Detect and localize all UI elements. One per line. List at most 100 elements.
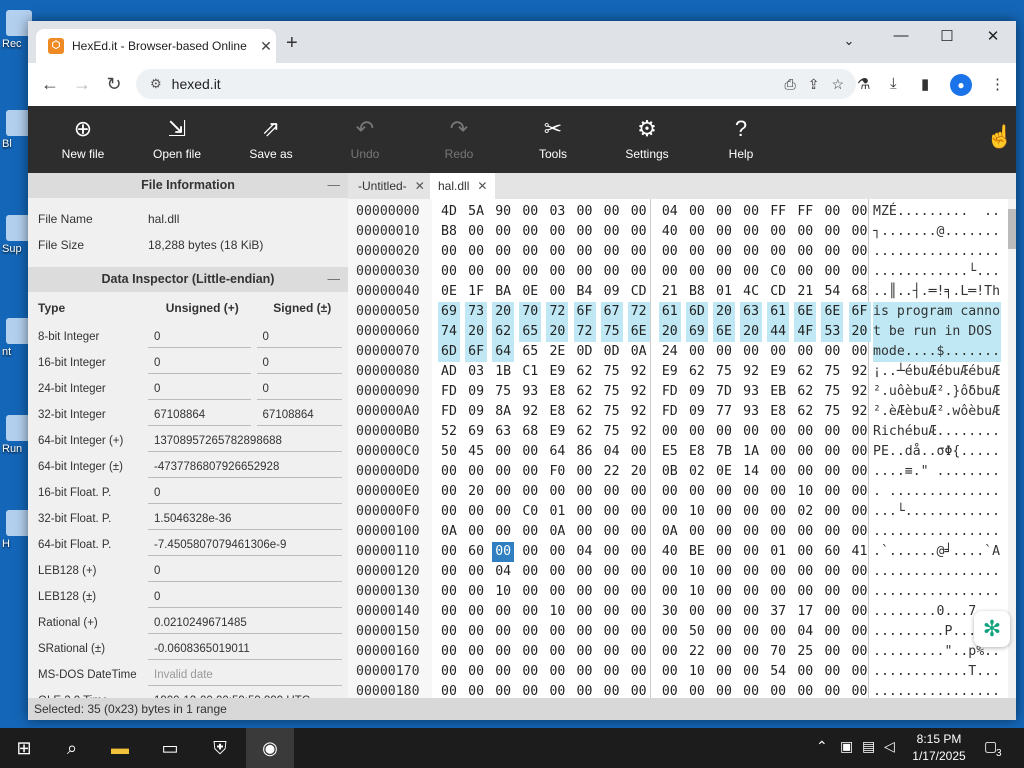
hex-byte[interactable]: 10 [794,482,816,502]
hex-byte[interactable]: 72 [627,302,650,322]
inspector-value-field[interactable]: 0.0210249671485 [148,613,342,634]
hex-byte[interactable]: 00 [546,222,568,242]
hex-byte[interactable]: 00 [519,602,541,622]
hex-byte[interactable]: 00 [438,462,460,482]
ascii-text[interactable]: ................ [873,682,1001,698]
ascii-text[interactable]: RichébuÆ........ [873,422,1001,442]
close-window-icon[interactable]: ✕ [978,27,1008,45]
hex-byte[interactable]: 77 [713,402,735,422]
hex-byte[interactable]: 0A [628,342,650,362]
hex-byte[interactable]: 6D [438,342,460,362]
hex-byte[interactable]: 00 [465,222,487,242]
hex-byte[interactable]: 00 [519,582,541,602]
hex-byte[interactable]: 20 [848,322,871,342]
collapse-icon[interactable]: — [328,267,341,292]
hex-byte[interactable]: 00 [628,502,650,522]
hex-byte[interactable]: 6E [821,302,844,322]
hex-byte[interactable]: 00 [740,582,762,602]
hex-byte[interactable]: 20 [492,302,515,322]
hex-byte[interactable]: 00 [659,662,681,682]
ascii-text[interactable]: ................ [873,522,1001,542]
hex-byte[interactable]: 4D [438,202,460,222]
hex-byte[interactable]: 00 [794,582,816,602]
hex-byte[interactable]: 00 [849,522,871,542]
hex-byte[interactable]: 00 [438,262,460,282]
tools-button[interactable]: ✂ Tools [518,106,588,173]
hex-byte[interactable]: 00 [492,442,514,462]
hex-byte[interactable]: 00 [849,682,871,698]
hex-byte[interactable]: 68 [849,282,871,302]
omnibox[interactable]: ⚙ hexed.it ⎙ ⇪ ☆ [136,69,856,99]
hex-byte[interactable]: 00 [767,502,789,522]
hex-byte[interactable]: 00 [849,602,871,622]
hex-byte[interactable]: 00 [659,502,681,522]
hex-byte[interactable]: 75 [821,382,843,402]
hex-byte[interactable]: 04 [492,562,514,582]
hex-byte[interactable]: 92 [740,362,762,382]
hex-byte[interactable]: 5A [465,202,487,222]
hex-byte[interactable]: 00 [659,622,681,642]
hex-byte[interactable]: 00 [713,502,735,522]
hex-byte[interactable]: 00 [519,262,541,282]
hex-byte[interactable]: 21 [659,282,681,302]
hex-byte[interactable]: 20 [658,322,681,342]
hex-byte[interactable]: 50 [438,442,460,462]
hex-byte[interactable]: 54 [767,662,789,682]
hex-byte[interactable]: 00 [767,682,789,698]
hex-byte[interactable]: 0B [659,462,681,482]
hex-byte[interactable]: 8A [492,402,514,422]
share-icon[interactable]: ⇪ [808,76,820,93]
hex-byte[interactable]: 00 [794,682,816,698]
hex-byte[interactable]: 00 [438,542,460,562]
hex-byte[interactable]: 00 [601,682,623,698]
hex-byte[interactable]: 1A [740,442,762,462]
hex-byte[interactable]: 00 [601,602,623,622]
volume-muted-icon[interactable]: ◁ [884,738,895,755]
hex-byte[interactable]: 00 [574,202,596,222]
hex-byte[interactable]: 00 [740,542,762,562]
hex-byte[interactable]: 00 [546,242,568,262]
new-tab-icon[interactable]: + [286,32,298,55]
hex-byte[interactable]: 00 [794,522,816,542]
menu-kebab-icon[interactable]: ⋮ [990,75,1005,93]
hex-byte[interactable]: 7B [713,442,735,462]
hex-byte[interactable]: 00 [628,662,650,682]
hex-byte[interactable]: 01 [767,542,789,562]
hex-byte[interactable]: FD [438,402,460,422]
hex-byte[interactable]: 75 [600,322,623,342]
hex-byte[interactable]: 00 [628,582,650,602]
hex-byte[interactable]: 62 [686,362,708,382]
hex-byte[interactable]: 00 [628,222,650,242]
hex-byte[interactable]: C0 [519,502,541,522]
hex-byte[interactable]: 00 [601,582,623,602]
hex-byte[interactable]: FD [438,382,460,402]
hex-byte[interactable]: 0A [546,522,568,542]
hex-byte[interactable]: 04 [574,542,596,562]
hex-byte[interactable]: 92 [849,362,871,382]
hex-byte[interactable]: 62 [574,422,596,442]
ascii-text[interactable]: ................ [873,562,1001,582]
hex-byte[interactable]: 00 [821,262,843,282]
hex-byte[interactable]: 69 [438,302,460,322]
hex-byte[interactable]: 00 [628,482,650,502]
inspector-value-field[interactable]: 0 [148,587,342,608]
ascii-text[interactable]: ².èÆèbuÆ².wôèbuÆ [873,402,1001,422]
hex-byte[interactable]: 09 [465,382,487,402]
hex-byte[interactable]: 00 [821,442,843,462]
hex-byte[interactable]: 1F [465,282,487,302]
download-icon[interactable]: ⤓ [890,75,897,92]
hex-byte[interactable]: 00 [546,542,568,562]
hex-byte[interactable]: 00 [438,622,460,642]
hex-byte[interactable]: 00 [686,242,708,262]
hex-byte[interactable]: 00 [740,222,762,242]
close-tab-icon[interactable]: ✕ [256,38,276,55]
hex-byte[interactable]: 00 [574,502,596,522]
side-panel-icon[interactable]: ▮ [921,75,929,93]
maximize-icon[interactable]: ☐ [932,27,962,45]
hex-byte[interactable]: 00 [821,502,843,522]
hex-byte[interactable]: 00 [519,542,541,562]
hex-byte[interactable]: 00 [821,582,843,602]
hex-byte[interactable]: 63 [740,302,763,322]
hex-byte[interactable]: 00 [767,462,789,482]
hex-byte[interactable]: 00 [492,262,514,282]
